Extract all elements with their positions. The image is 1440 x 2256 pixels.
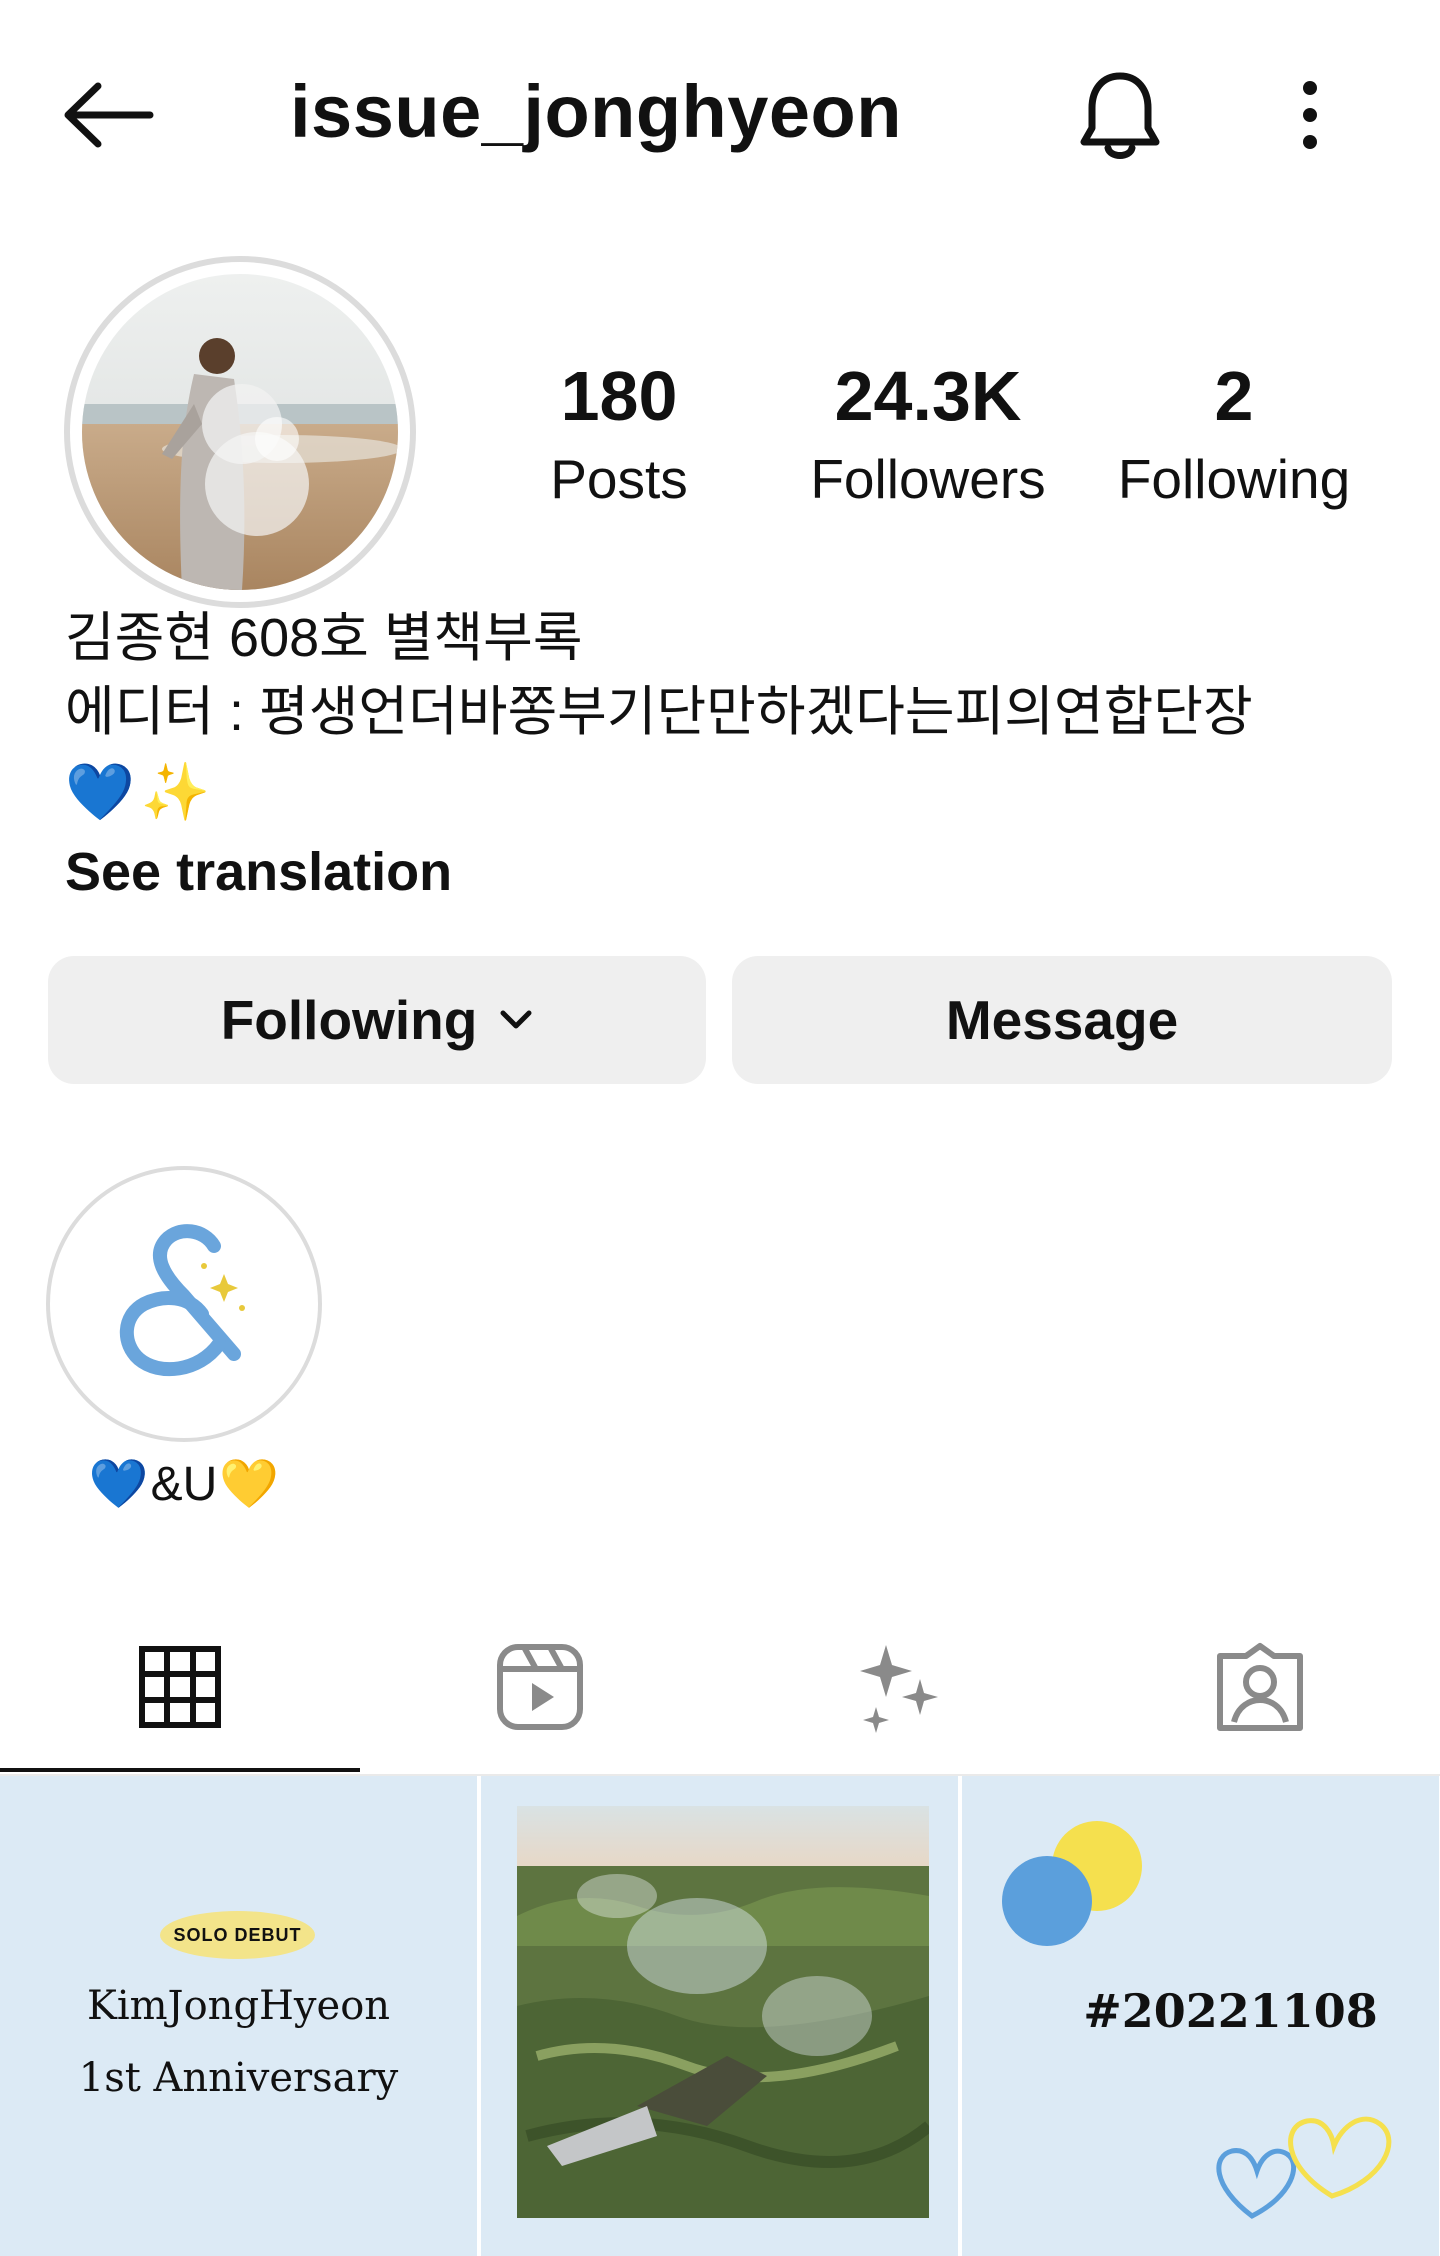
followers-count-label: Followers — [810, 448, 1046, 510]
yellow-heart-icon: 💛 — [219, 1458, 280, 1511]
post-photo — [517, 1806, 929, 2218]
post-tile[interactable]: SOLO DEBUT KimJongHyeon 1st Anniversary — [0, 1776, 477, 2256]
blue-heart-icon: 💙 — [65, 760, 135, 823]
highlight-title: &U — [150, 1458, 218, 1511]
back-arrow-icon — [64, 82, 154, 148]
post-tile[interactable] — [481, 1776, 958, 2256]
posts-grid: SOLO DEBUT KimJongHyeon 1st Anniversary — [0, 1776, 1440, 2256]
followers-count-value: 24.3K — [834, 357, 1022, 435]
highlight-cover — [59, 1179, 309, 1429]
chevron-down-icon — [500, 1010, 532, 1029]
more-options-button[interactable] — [1270, 65, 1350, 165]
tab-tagged[interactable] — [1080, 1600, 1440, 1774]
posts-count-label: Posts — [550, 448, 688, 510]
post-badge: SOLO DEBUT — [160, 1911, 315, 1959]
sparkles-icon — [860, 1645, 938, 1733]
post-hashtag: #20221108 — [1083, 1984, 1378, 2038]
post-title-line1: KimJongHyeon — [86, 1983, 391, 2029]
tagged-person-icon — [1217, 1643, 1303, 1731]
followers-count[interactable]: 24.3K Followers — [798, 356, 1058, 514]
circles-decoration — [1002, 1821, 1142, 1946]
profile-username: issue_jonghyeon — [290, 70, 902, 153]
hearts-decoration — [1216, 2116, 1392, 2219]
post-title-line2: 1st Anniversary — [78, 2055, 399, 2101]
tab-reels[interactable] — [360, 1600, 720, 1774]
post-tile[interactable]: #20221108 — [962, 1776, 1439, 2256]
following-button[interactable]: Following — [48, 956, 706, 1084]
bio-emoji: 💙 ✨ — [65, 756, 1385, 828]
reels-icon — [497, 1644, 583, 1730]
notifications-button[interactable] — [1070, 60, 1170, 170]
posts-count[interactable]: 180 Posts — [489, 356, 749, 514]
following-count-label: Following — [1117, 448, 1351, 510]
grid-icon — [139, 1646, 221, 1728]
highlight-item[interactable] — [46, 1166, 322, 1442]
bio-name: 김종현 608호 별책부록 — [65, 608, 583, 668]
ampersand-icon — [119, 1224, 245, 1377]
bio-text: 에디터 : 평생언더바쫑부기단만하겠다는피의연합단장 — [65, 682, 1253, 742]
message-button[interactable]: Message — [732, 956, 1392, 1084]
following-button-label: Following — [220, 989, 478, 1051]
tab-grid[interactable] — [0, 1600, 360, 1774]
bell-icon — [1080, 72, 1160, 159]
posts-count-value: 180 — [560, 357, 678, 435]
avatar-photo — [82, 274, 398, 590]
back-button[interactable] — [58, 70, 158, 160]
following-count-value: 2 — [1214, 357, 1254, 435]
profile-tabs — [0, 1600, 1440, 1774]
more-vertical-icon — [1303, 81, 1317, 149]
sparkles-icon: ✨ — [140, 760, 211, 823]
blue-heart-icon: 💙 — [88, 1458, 149, 1511]
see-translation-link[interactable]: See translation — [65, 836, 452, 908]
following-count[interactable]: 2 Following — [1104, 356, 1364, 514]
tab-effects[interactable] — [720, 1600, 1080, 1774]
highlight-label: 💙 &U 💛 — [46, 1450, 322, 1520]
message-button-label: Message — [945, 989, 1179, 1051]
profile-avatar[interactable] — [64, 256, 416, 608]
